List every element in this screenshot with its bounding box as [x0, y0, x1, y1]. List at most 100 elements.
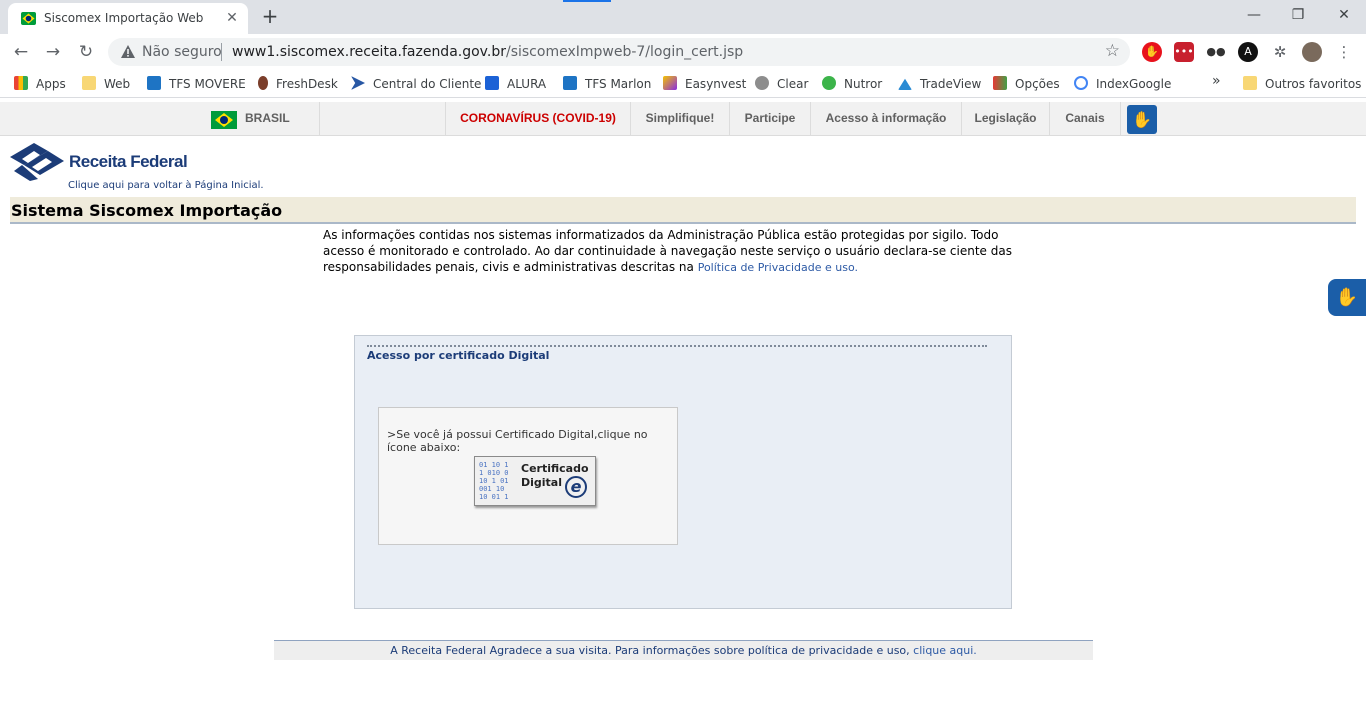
bookmark-freshdesk[interactable]: FreshDesk [258, 76, 338, 91]
bookmark-label: Apps [36, 77, 66, 91]
receita-federal-logo-icon[interactable] [8, 141, 68, 181]
page-footer: A Receita Federal Agradece a sua visita.… [274, 640, 1093, 660]
bookmarks-overflow-button[interactable]: » [1212, 73, 1221, 89]
bookmark-tfs-marlon[interactable]: TFS Marlon [563, 76, 651, 91]
easynvest-icon [663, 76, 677, 90]
apps-grid-icon [14, 76, 28, 90]
bookmark-label: Opções [1015, 77, 1060, 91]
browser-toolbar: ← → ↻ Não seguro www1.siscomex.receita.f… [0, 34, 1366, 70]
bookmark-label: TFS MOVERE [169, 77, 246, 91]
cert-label-line1: Certificado [521, 462, 589, 475]
brazil-flag-icon[interactable] [211, 111, 237, 129]
url-text[interactable]: www1.siscomex.receita.fazenda.gov.br/sis… [232, 44, 743, 60]
bookmark-clear[interactable]: Clear [755, 76, 808, 91]
bookmark-label: TFS Marlon [585, 77, 652, 91]
home-link[interactable]: Clique aqui para voltar à Página Inicial… [68, 180, 264, 191]
certificate-instructions: >Se você já possui Certificado Digital,c… [387, 428, 648, 454]
visual-studio-icon [147, 76, 161, 90]
govbar-spacer [319, 102, 445, 135]
reload-icon[interactable]: ↻ [73, 39, 99, 65]
minimize-button[interactable]: — [1240, 4, 1268, 28]
footer-privacy-link[interactable]: clique aqui. [913, 644, 977, 657]
browser-tab[interactable]: Siscomex Importação Web ✕ [8, 3, 248, 34]
opcoes-icon [993, 76, 1007, 90]
visual-studio-icon [563, 76, 577, 90]
vlibras-widget-icon[interactable]: ✋ [1328, 279, 1366, 316]
new-tab-button[interactable]: + [258, 5, 282, 29]
bookmark-tradeview[interactable]: TradeView [898, 76, 981, 91]
privacy-notice-text: As informações contidas nos sistemas inf… [323, 228, 1012, 274]
bookmark-label: Outros favoritos [1265, 77, 1362, 91]
govbar-participe-link[interactable]: Participe [729, 102, 810, 135]
alura-icon [485, 76, 499, 90]
govbar-simplifique-link[interactable]: Simplifique! [630, 102, 729, 135]
google-icon [1074, 76, 1088, 90]
system-title-bar: Sistema Siscomex Importação [10, 197, 1356, 224]
profile-avatar-icon[interactable] [1302, 42, 1322, 62]
forward-arrow-icon[interactable]: → [40, 39, 66, 65]
e-cert-badge-icon: e [565, 476, 587, 498]
restore-button[interactable]: ❐ [1284, 4, 1312, 28]
government-bar: BRASIL CORONAVÍRUS (COVID-19) Simplifiqu… [0, 102, 1366, 136]
govbar-covid-link[interactable]: CORONAVÍRUS (COVID-19) [445, 102, 630, 135]
bookmark-alura[interactable]: ALURA [485, 76, 546, 91]
address-bar[interactable]: Não seguro www1.siscomex.receita.fazenda… [108, 38, 1130, 66]
tradeview-icon [898, 78, 912, 90]
bookmark-central-do-cliente[interactable]: Central do Cliente [351, 76, 481, 91]
url-path: /siscomexImpweb-7/login_cert.jsp [505, 44, 744, 60]
extension-circles-icon[interactable]: ●● [1206, 42, 1226, 62]
clear-icon [755, 76, 769, 90]
back-arrow-icon[interactable]: ← [8, 39, 34, 65]
govbar-legislacao-link[interactable]: Legislação [961, 102, 1049, 135]
browser-menu-icon[interactable]: ⋮ [1334, 42, 1354, 62]
chevron-icon [351, 76, 365, 90]
page-title: Sistema Siscomex Importação [11, 201, 283, 220]
panel-title: Acesso por certificado Digital [367, 349, 550, 362]
bookmark-apps[interactable]: Apps [14, 76, 66, 91]
bookmark-label: IndexGoogle [1096, 77, 1172, 91]
other-bookmarks-folder[interactable]: Outros favoritos [1243, 76, 1361, 91]
binary-digits-icon: 01 10 1 1 010 0 10 1 01 001 10 10 01 1 [479, 461, 509, 501]
folder-icon [1243, 76, 1257, 90]
bookmark-label: Web [104, 77, 131, 91]
extension-a-icon[interactable]: A [1238, 42, 1258, 62]
brasil-link[interactable]: BRASIL [245, 102, 290, 135]
bookmark-tfs-movere[interactable]: TFS MOVERE [147, 76, 246, 91]
govbar-canais-link[interactable]: Canais [1049, 102, 1121, 135]
dotted-divider [367, 345, 987, 347]
certificate-box: >Se você já possui Certificado Digital,c… [378, 407, 678, 545]
tab-title: Siscomex Importação Web [44, 11, 204, 25]
cert-label-line2: Digital [521, 476, 562, 489]
certificate-login-panel: Acesso por certificado Digital >Se você … [354, 335, 1012, 609]
freshdesk-icon [258, 76, 268, 90]
bookmark-label: FreshDesk [276, 77, 338, 91]
extensions-puzzle-icon[interactable]: ✲ [1270, 42, 1290, 62]
bookmark-indexgoogle[interactable]: IndexGoogle [1074, 76, 1171, 91]
digital-certificate-button[interactable]: 01 10 1 1 010 0 10 1 01 001 10 10 01 1 C… [474, 456, 596, 506]
receita-federal-title[interactable]: Receita Federal [69, 152, 188, 172]
security-status[interactable]: Não seguro [142, 44, 222, 60]
adblock-extension-icon[interactable]: ✋ [1142, 42, 1162, 62]
govbar-acesso-informacao-link[interactable]: Acesso à informação [810, 102, 961, 135]
privacy-notice: As informações contidas nos sistemas inf… [323, 227, 1013, 276]
vlibras-hands-icon[interactable]: ✋ [1127, 105, 1157, 134]
tab-strip: Siscomex Importação Web ✕ + — ❐ ✕ [0, 0, 1366, 34]
omnibox-divider [221, 43, 222, 61]
bookmark-web[interactable]: Web [82, 76, 130, 91]
close-window-button[interactable]: ✕ [1330, 4, 1358, 28]
bookmark-nutror[interactable]: Nutror [822, 76, 882, 91]
brazil-favicon-icon [21, 12, 36, 25]
bookmark-label: Clear [777, 77, 809, 91]
folder-icon [82, 76, 96, 90]
tab-close-icon[interactable]: ✕ [222, 8, 242, 28]
privacy-policy-link[interactable]: Política de Privacidade e uso. [698, 261, 858, 274]
nutror-icon [822, 76, 836, 90]
lastpass-extension-icon[interactable]: ••• [1174, 42, 1194, 62]
warning-triangle-icon[interactable] [120, 44, 136, 60]
bookmark-star-icon[interactable]: ☆ [1105, 41, 1120, 61]
bookmark-opcoes[interactable]: Opções [993, 76, 1060, 91]
bookmarks-bar: Apps Web TFS MOVERE FreshDesk Central do… [0, 70, 1366, 98]
footer-text: A Receita Federal Agradece a sua visita.… [390, 644, 910, 657]
bookmark-label: TradeView [920, 77, 982, 91]
bookmark-easynvest[interactable]: Easynvest [663, 76, 746, 91]
